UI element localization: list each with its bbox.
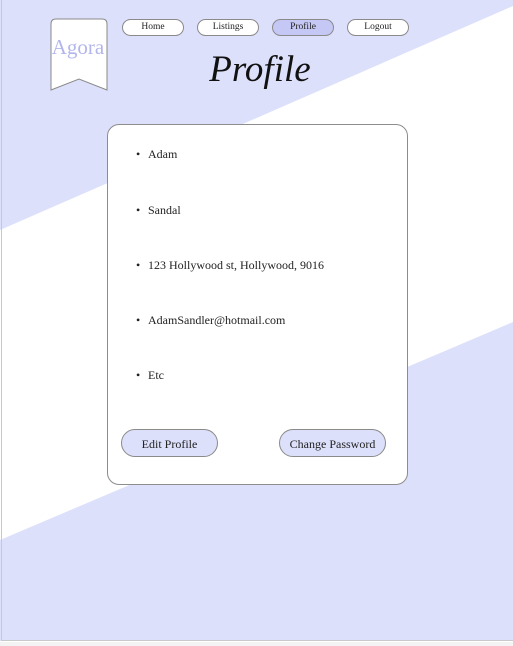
- profile-address: • 123 Hollywood st, Hollywood, 9016: [136, 258, 324, 273]
- bullet-icon: •: [136, 313, 141, 327]
- bullet-icon: •: [136, 258, 141, 272]
- profile-card: • Adam • Sandal • 123 Hollywood st, Hollywo…: [107, 124, 408, 485]
- change-password-button[interactable]: Change Password: [279, 429, 386, 457]
- nav-listings-button[interactable]: Listings: [197, 19, 259, 36]
- profile-first-name: • Adam: [136, 147, 177, 162]
- nav-profile-button[interactable]: Profile: [272, 19, 334, 36]
- edit-profile-button[interactable]: Edit Profile: [121, 429, 218, 457]
- nav-logout-button[interactable]: Logout: [347, 19, 409, 36]
- page-title: Profile: [209, 49, 311, 90]
- profile-email: • AdamSandler@hotmail.com: [136, 313, 285, 328]
- profile-first-name-text: Adam: [148, 147, 178, 161]
- logo[interactable]: Agora: [50, 18, 108, 91]
- profile-last-name: • Sandal: [136, 203, 181, 218]
- profile-email-text: AdamSandler@hotmail.com: [148, 313, 286, 327]
- profile-address-text: 123 Hollywood st, Hollywood, 9016: [148, 258, 325, 272]
- profile-last-name-text: Sandal: [148, 203, 181, 217]
- footer-strip: [0, 642, 513, 646]
- profile-etc-text: Etc: [148, 368, 164, 382]
- bullet-icon: •: [136, 368, 141, 382]
- logo-text: Agora: [51, 35, 105, 59]
- bullet-icon: •: [136, 203, 141, 217]
- nav-home-button[interactable]: Home: [122, 19, 184, 36]
- bullet-icon: •: [136, 147, 141, 161]
- profile-etc: • Etc: [136, 368, 164, 383]
